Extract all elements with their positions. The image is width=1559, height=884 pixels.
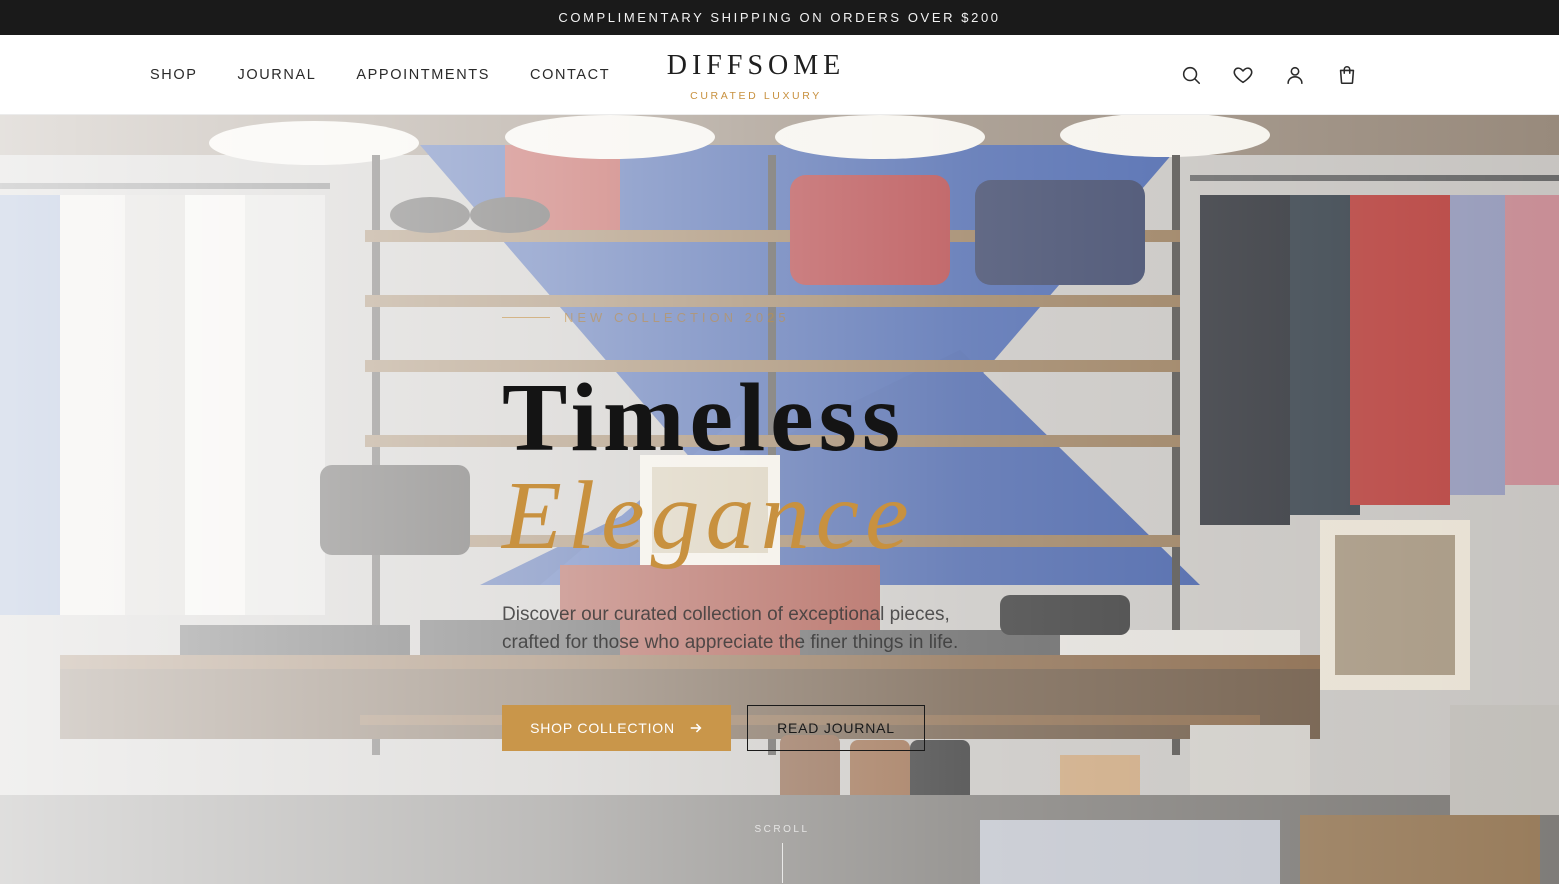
shopping-bag-icon[interactable] bbox=[1336, 64, 1358, 86]
nav-item-appointments[interactable]: APPOINTMENTS bbox=[356, 67, 490, 83]
hero-cta-group: SHOP COLLECTION READ JOURNAL bbox=[502, 705, 1142, 751]
hero-title-line1: Timeless bbox=[502, 364, 905, 472]
nav-item-journal[interactable]: JOURNAL bbox=[238, 67, 317, 83]
nav-item-shop[interactable]: SHOP bbox=[150, 67, 198, 83]
arrow-right-icon bbox=[690, 723, 702, 733]
hero-subtitle: Discover our curated collection of excep… bbox=[502, 601, 1022, 657]
brand-name: DIFFSOME bbox=[666, 50, 846, 81]
search-icon[interactable] bbox=[1180, 64, 1202, 86]
hero-subtitle-line1: Discover our curated collection of excep… bbox=[502, 604, 950, 625]
eyebrow-line bbox=[502, 317, 550, 318]
scroll-indicator[interactable]: SCROLL bbox=[742, 824, 822, 883]
header-actions bbox=[1180, 35, 1358, 115]
hero-section: NEW COLLECTION 2025 Timeless Elegance Di… bbox=[0, 115, 1559, 884]
scroll-line bbox=[781, 843, 783, 883]
eyebrow-text: NEW COLLECTION 2025 bbox=[564, 310, 790, 325]
read-journal-button[interactable]: READ JOURNAL bbox=[747, 705, 925, 751]
shop-collection-label: SHOP COLLECTION bbox=[530, 720, 675, 736]
main-nav: SHOP JOURNAL APPOINTMENTS CONTACT bbox=[150, 35, 610, 115]
hero-title-line2: Elegance bbox=[502, 462, 915, 570]
announcement-text: COMPLIMENTARY SHIPPING ON ORDERS OVER $2… bbox=[558, 10, 1001, 25]
nav-item-contact[interactable]: CONTACT bbox=[530, 67, 610, 83]
hero-subtitle-line2: crafted for those who appreciate the fin… bbox=[502, 632, 959, 653]
hero-content: NEW COLLECTION 2025 Timeless Elegance Di… bbox=[502, 310, 1142, 751]
scroll-label: SCROLL bbox=[754, 824, 810, 835]
shop-collection-button[interactable]: SHOP COLLECTION bbox=[502, 705, 731, 751]
announcement-bar: COMPLIMENTARY SHIPPING ON ORDERS OVER $2… bbox=[0, 0, 1559, 35]
user-icon[interactable] bbox=[1284, 64, 1306, 86]
hero-eyebrow: NEW COLLECTION 2025 bbox=[502, 310, 1142, 325]
brand-tagline: CURATED LUXURY bbox=[690, 90, 822, 102]
brand-logo[interactable]: DIFFSOME CURATED LUXURY bbox=[656, 50, 856, 103]
site-header: SHOP JOURNAL APPOINTMENTS CONTACT DIFFSO… bbox=[0, 35, 1559, 115]
heart-icon[interactable] bbox=[1232, 64, 1254, 86]
